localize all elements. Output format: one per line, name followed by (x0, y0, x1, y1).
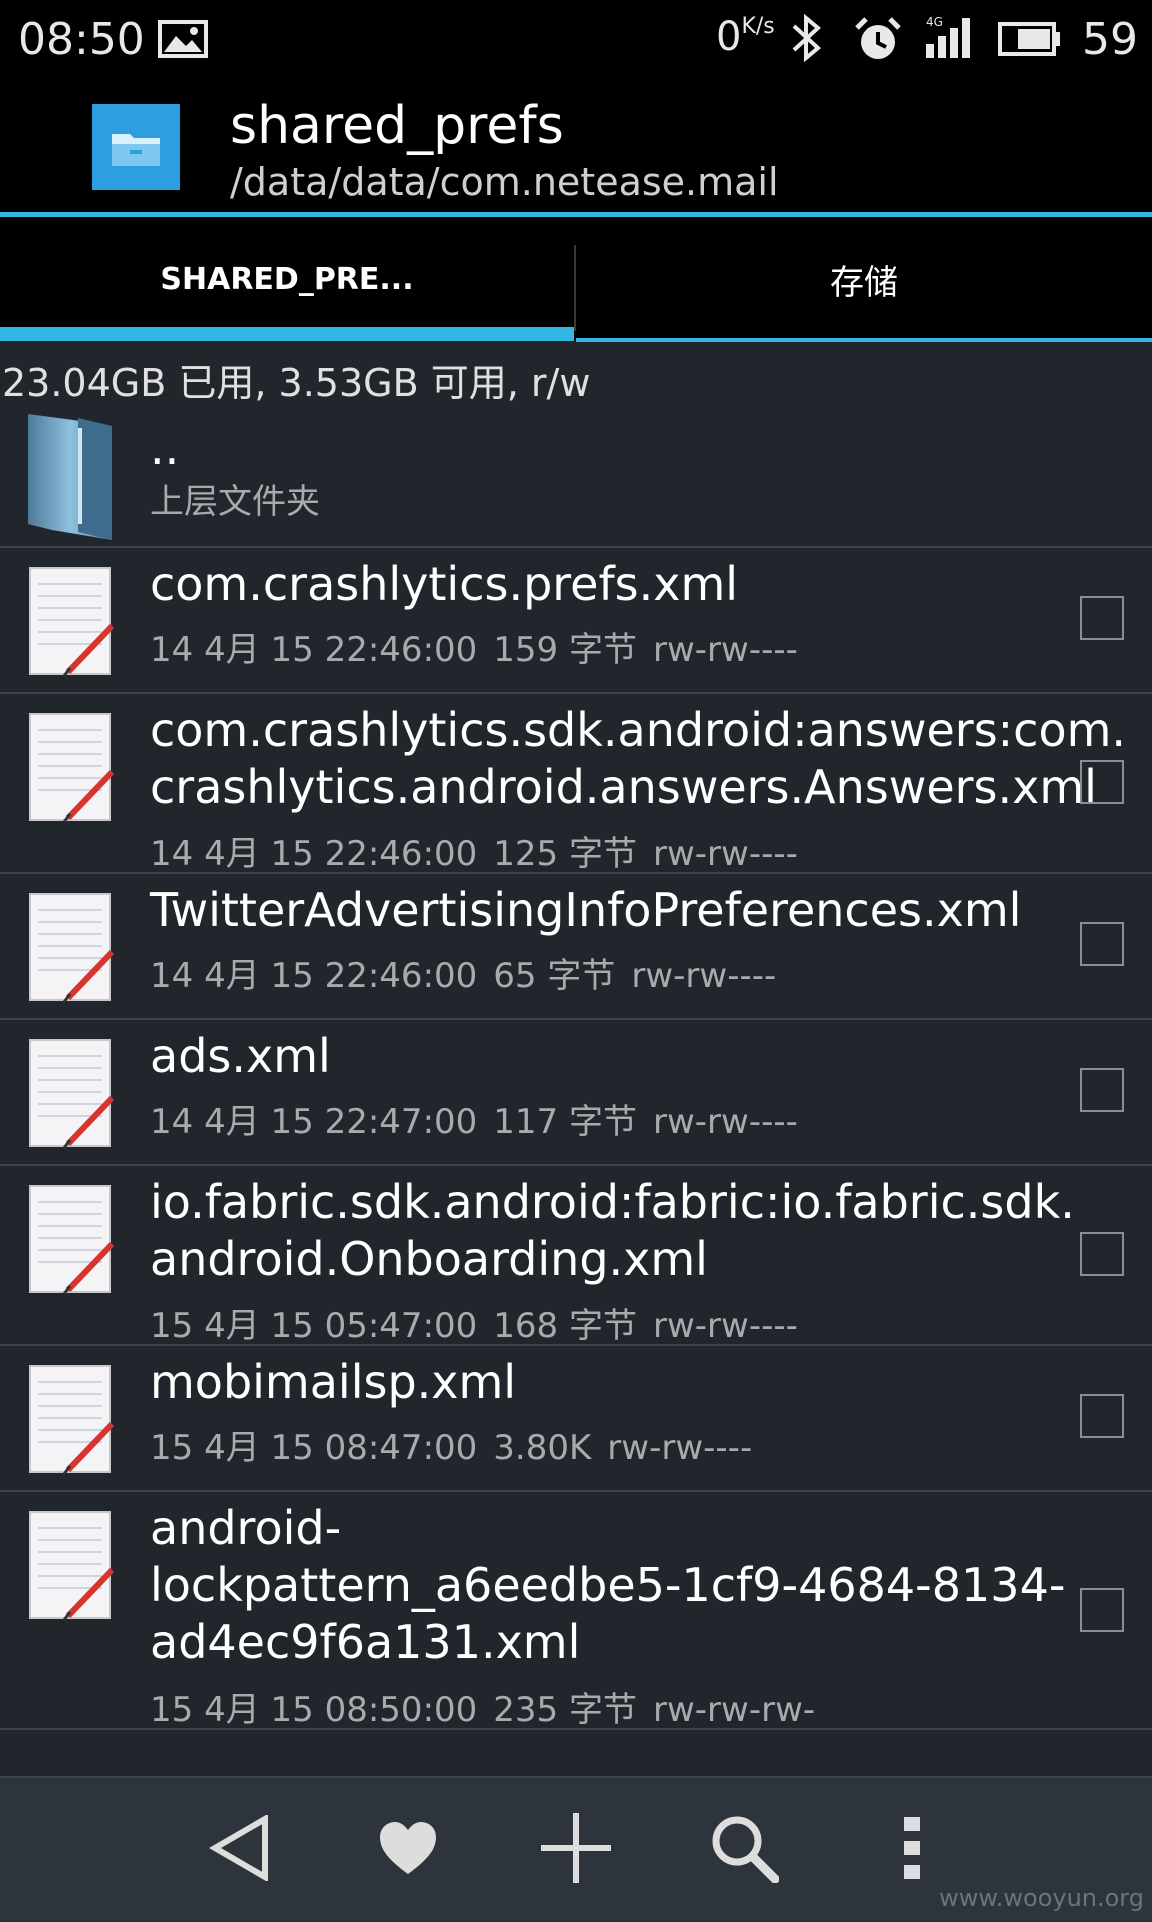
back-triangle-icon[interactable] (200, 1808, 280, 1888)
watermark: www.wooyun.org (939, 1884, 1144, 1912)
parent-folder-label: 上层文件夹 (150, 482, 320, 522)
select-checkbox[interactable] (1080, 1232, 1124, 1276)
xml-file-icon (28, 1184, 115, 1300)
xml-file-icon (28, 892, 115, 1008)
bluetooth-icon (790, 13, 824, 66)
file-meta: 14 4月 15 22:47:00 117 字节 rw-rw---- (150, 1102, 798, 1142)
storage-info: 23.04GB 已用, 3.53GB 可用, r/w (2, 361, 591, 405)
xml-file-icon (28, 1038, 115, 1154)
tab-underline (576, 338, 1152, 342)
heart-icon[interactable] (368, 1808, 448, 1888)
file-name: io.fabric.sdk.android:fabric:io.fabric.s… (150, 1175, 1075, 1286)
more-vertical-icon[interactable] (872, 1808, 952, 1888)
net-speed: 0K/s (716, 14, 775, 60)
select-checkbox[interactable] (1080, 760, 1124, 804)
xml-file-icon (28, 712, 115, 828)
select-checkbox[interactable] (1080, 596, 1124, 640)
status-time: 08:50 (18, 14, 145, 65)
status-bar: 08:50 0K/s 4G 59 (0, 0, 1152, 76)
title-bar: shared_prefs /data/data/com.netease.mail (0, 76, 1152, 212)
file-manager-app-icon[interactable] (92, 104, 180, 190)
xml-file-icon (28, 566, 115, 682)
file-name: android-lockpattern_a6eedbe5-1cf9-4684-8… (150, 1501, 1066, 1669)
signal-icon: 4G (924, 14, 980, 66)
file-row[interactable]: io.fabric.sdk.android:fabric:io.fabric.s… (0, 1166, 1152, 1346)
parent-folder-name: .. (150, 421, 180, 475)
select-checkbox[interactable] (1080, 922, 1124, 966)
tab-storage[interactable]: 存储 (576, 217, 1152, 341)
file-name: com.crashlytics.sdk.android:answers:com.… (150, 703, 1127, 814)
file-meta: 14 4月 15 22:46:00 159 字节 rw-rw---- (150, 630, 798, 670)
select-checkbox[interactable] (1080, 1588, 1124, 1632)
svg-text:4G: 4G (926, 15, 943, 29)
file-meta: 15 4月 15 08:47:00 3.80K rw-rw---- (150, 1428, 753, 1468)
search-icon[interactable] (704, 1808, 784, 1888)
active-tab-indicator (0, 327, 574, 341)
battery-level: 59 (1082, 14, 1138, 65)
file-name: TwitterAdvertisingInfoPreferences.xml (150, 883, 1022, 937)
file-row[interactable]: mobimailsp.xml 15 4月 15 08:47:00 3.80K rw-… (0, 1346, 1152, 1492)
file-name: mobimailsp.xml (150, 1355, 517, 1409)
file-row[interactable]: android-lockpattern_a6eedbe5-1cf9-4684-8… (0, 1492, 1152, 1730)
file-meta: 14 4月 15 22:46:00 125 字节 rw-rw---- (150, 834, 798, 874)
alarm-icon (854, 16, 902, 66)
battery-icon (998, 22, 1062, 60)
plus-icon[interactable] (536, 1808, 616, 1888)
xml-file-icon (28, 1510, 115, 1626)
file-meta: 15 4月 15 08:50:00 235 字节 rw-rw-rw- (150, 1690, 816, 1730)
xml-file-icon (28, 1364, 115, 1480)
select-checkbox[interactable] (1080, 1394, 1124, 1438)
tab-shared-prefs[interactable]: SHARED_PRE... (0, 217, 574, 341)
bottom-action-bar: www.wooyun.org (0, 1776, 1152, 1922)
file-meta: 15 4月 15 05:47:00 168 字节 rw-rw---- (150, 1306, 798, 1346)
file-name: ads.xml (150, 1029, 331, 1083)
file-meta: 14 4月 15 22:46:00 65 字节 rw-rw---- (150, 956, 777, 996)
image-notification-icon (158, 20, 208, 62)
tab-bar: SHARED_PRE... 存储 (0, 217, 1152, 341)
file-row[interactable]: ads.xml 14 4月 15 22:47:00 117 字节 rw-rw---- (0, 1020, 1152, 1166)
folder-icon (28, 408, 116, 546)
file-row[interactable]: com.crashlytics.prefs.xml 14 4月 15 22:46… (0, 548, 1152, 694)
file-row[interactable]: TwitterAdvertisingInfoPreferences.xml 14… (0, 874, 1152, 1020)
select-checkbox[interactable] (1080, 1068, 1124, 1112)
file-name: com.crashlytics.prefs.xml (150, 557, 739, 611)
current-path: /data/data/com.netease.mail (230, 160, 779, 204)
file-row[interactable]: com.crashlytics.sdk.android:answers:com.… (0, 694, 1152, 874)
parent-folder-row[interactable]: .. 上层文件夹 (0, 400, 1152, 548)
page-title: shared_prefs (230, 96, 564, 156)
